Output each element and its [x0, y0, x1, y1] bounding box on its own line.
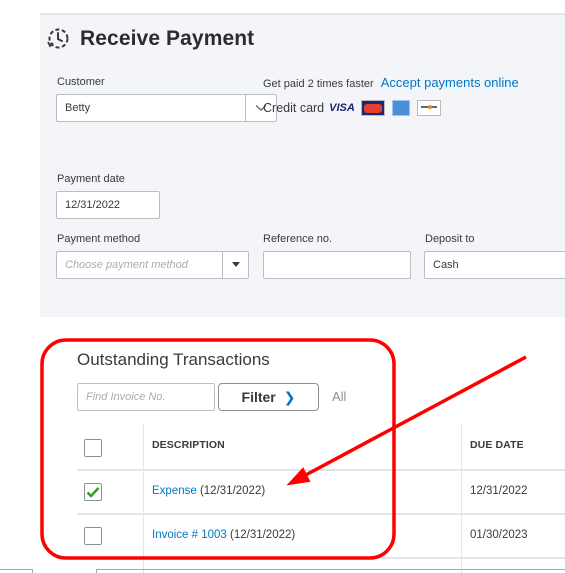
bottom-panel-edge	[96, 569, 565, 573]
discover-logo-icon	[416, 100, 441, 116]
outstanding-transactions-title: Outstanding Transactions	[77, 350, 270, 369]
row-checkbox[interactable]	[84, 527, 102, 545]
bottom-edge	[0, 569, 33, 573]
page-header: Receive Payment	[46, 27, 254, 51]
accept-payments-online-link[interactable]: Accept payments online	[381, 75, 519, 90]
payment-method-placeholder: Choose payment method	[65, 259, 188, 271]
column-divider	[461, 423, 462, 573]
payment-method-label: Payment method	[57, 233, 141, 245]
mastercard-logo-icon	[360, 100, 385, 116]
table-row-description: Expense (12/31/2022)	[152, 485, 265, 497]
select-all-checkbox[interactable]	[84, 439, 102, 457]
amex-logo-icon	[391, 100, 410, 116]
deposit-to-label: Deposit to	[425, 233, 475, 245]
table-row-description: Invoice # 1003 (12/31/2022)	[152, 529, 295, 541]
payment-date-input[interactable]: 12/31/2022	[56, 191, 160, 219]
table-row-due-date: 01/30/2023	[470, 529, 528, 541]
header-row-divider	[77, 469, 565, 471]
clock-history-icon	[47, 28, 69, 49]
payment-method-dropdown-button[interactable]	[222, 252, 248, 278]
all-filter-link[interactable]: All	[332, 389, 346, 404]
deposit-to-value: Cash	[433, 259, 459, 271]
invoice-link[interactable]: Invoice # 1003	[152, 529, 227, 541]
checkmark-icon	[86, 487, 100, 498]
annotation-arrow-head-icon	[286, 467, 311, 486]
find-invoice-input[interactable]: Find Invoice No.	[77, 383, 215, 411]
customer-value: Betty	[65, 102, 91, 114]
filter-button[interactable]: Filter ❯	[218, 383, 319, 411]
row-checkbox-checked[interactable]	[84, 483, 102, 501]
column-header-description[interactable]: DESCRIPTION	[152, 439, 225, 451]
caret-down-icon	[231, 262, 240, 267]
deposit-to-select[interactable]: Cash	[424, 251, 565, 279]
reference-no-input[interactable]	[263, 251, 411, 279]
customer-label: Customer	[57, 76, 105, 88]
row-date: (12/31/2022)	[226, 529, 296, 541]
chevron-right-icon: ❯	[283, 388, 296, 405]
payment-date-value: 12/31/2022	[65, 199, 121, 211]
row-date: (12/31/2022)	[196, 485, 266, 497]
row-divider	[77, 513, 565, 515]
reference-no-label: Reference no.	[263, 233, 333, 245]
find-invoice-placeholder: Find Invoice No.	[86, 391, 166, 403]
table-row-due-date: 12/31/2022	[470, 485, 528, 497]
column-divider	[143, 423, 144, 573]
promo-tagline: Get paid 2 times faster	[263, 78, 374, 90]
promo-text: Get paid 2 times faster Accept payments …	[263, 75, 519, 90]
credit-card-label: Credit card	[263, 101, 325, 115]
page-title: Receive Payment	[80, 27, 255, 50]
payment-method-select[interactable]: Choose payment method	[56, 251, 249, 279]
visa-logo-icon: VISA	[329, 102, 355, 114]
annotation-arrow-line	[301, 355, 527, 479]
customer-select[interactable]: Betty	[56, 94, 277, 122]
credit-card-logos: Credit card VISA	[263, 100, 448, 116]
expense-link[interactable]: Expense	[152, 485, 197, 497]
payment-date-label: Payment date	[57, 173, 125, 185]
filter-label: Filter	[241, 389, 276, 405]
row-divider	[77, 557, 565, 559]
column-header-due-date[interactable]: DUE DATE	[470, 439, 524, 451]
